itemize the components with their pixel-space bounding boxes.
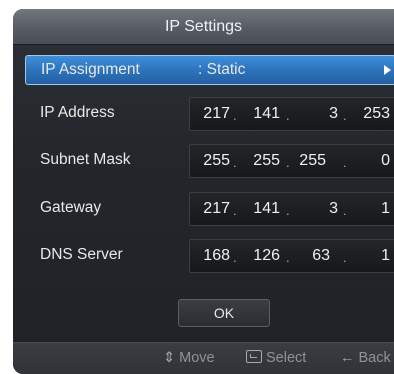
enter-icon	[246, 350, 262, 363]
gateway-octet-4[interactable]: 1	[350, 193, 390, 224]
ip-assignment-row[interactable]: IP Assignment : Static	[25, 55, 394, 85]
gateway-octet-3[interactable]: 3	[298, 193, 338, 224]
octet-separator: .	[233, 155, 237, 170]
select-hint-label: Select	[266, 350, 307, 366]
dialog-title: IP Settings	[13, 9, 394, 45]
dns-server-octet-1[interactable]: 168	[190, 240, 230, 271]
dns-server-row[interactable]: DNS Server 168 . 126 . 63 . 1	[25, 239, 394, 273]
subnet-mask-octet-3[interactable]: 255	[286, 145, 326, 176]
gateway-octet-2[interactable]: 141	[240, 193, 280, 224]
gateway-row[interactable]: Gateway 217 . 141 . 3 . 1	[25, 192, 394, 226]
move-hint-label: Move	[179, 350, 215, 366]
octet-separator: .	[233, 108, 237, 123]
octet-separator: .	[343, 250, 347, 265]
dns-server-octet-2[interactable]: 126	[240, 240, 280, 271]
ip-address-octet-1[interactable]: 217	[190, 98, 230, 129]
move-hint: ⇕ Move	[163, 343, 215, 373]
octet-separator: .	[286, 203, 290, 218]
back-hint: ← Back	[340, 343, 391, 373]
ip-address-field[interactable]: 217 . 141 . 3 . 253	[189, 97, 394, 131]
footer-hint-bar: ⇕ Move Select ← Back	[13, 342, 394, 374]
dns-server-field[interactable]: 168 . 126 . 63 . 1	[189, 239, 394, 273]
subnet-mask-field[interactable]: 255 . 255 . 255 . 0	[189, 144, 394, 178]
octet-separator: .	[233, 203, 237, 218]
octet-separator: .	[286, 108, 290, 123]
dns-server-label: DNS Server	[40, 246, 123, 263]
subnet-mask-octet-4[interactable]: 0	[350, 145, 390, 176]
arrow-right-icon	[384, 65, 391, 75]
octet-separator: .	[343, 155, 347, 170]
subnet-mask-label: Subnet Mask	[40, 151, 131, 168]
ip-address-octet-3[interactable]: 3	[298, 98, 338, 129]
dns-server-octet-4[interactable]: 1	[350, 240, 390, 271]
ok-button[interactable]: OK	[178, 299, 270, 327]
octet-separator: .	[233, 250, 237, 265]
ip-address-row[interactable]: IP Address 217 . 141 . 3 . 253	[25, 97, 394, 131]
ip-address-octet-2[interactable]: 141	[240, 98, 280, 129]
ip-assignment-label: IP Assignment	[41, 61, 140, 78]
subnet-mask-octet-1[interactable]: 255	[190, 145, 230, 176]
back-hint-label: Back	[358, 350, 391, 366]
ip-settings-dialog: IP Settings IP Assignment : Static IP Ad…	[13, 9, 394, 374]
octet-separator: .	[343, 203, 347, 218]
select-hint: Select	[246, 343, 306, 373]
ip-assignment-value: : Static	[198, 61, 246, 78]
back-arrow-icon: ←	[340, 350, 355, 366]
dns-server-octet-3[interactable]: 63	[290, 240, 330, 271]
gateway-octet-1[interactable]: 217	[190, 193, 230, 224]
up-down-arrow-icon: ⇕	[163, 350, 176, 366]
ip-address-octet-4[interactable]: 253	[350, 98, 390, 129]
octet-separator: .	[343, 108, 347, 123]
gateway-label: Gateway	[40, 199, 102, 216]
subnet-mask-row[interactable]: Subnet Mask 255 . 255 . 255 . 0	[25, 144, 394, 178]
ip-address-label: IP Address	[40, 104, 115, 121]
gateway-field[interactable]: 217 . 141 . 3 . 1	[189, 192, 394, 226]
subnet-mask-octet-2[interactable]: 255	[240, 145, 280, 176]
